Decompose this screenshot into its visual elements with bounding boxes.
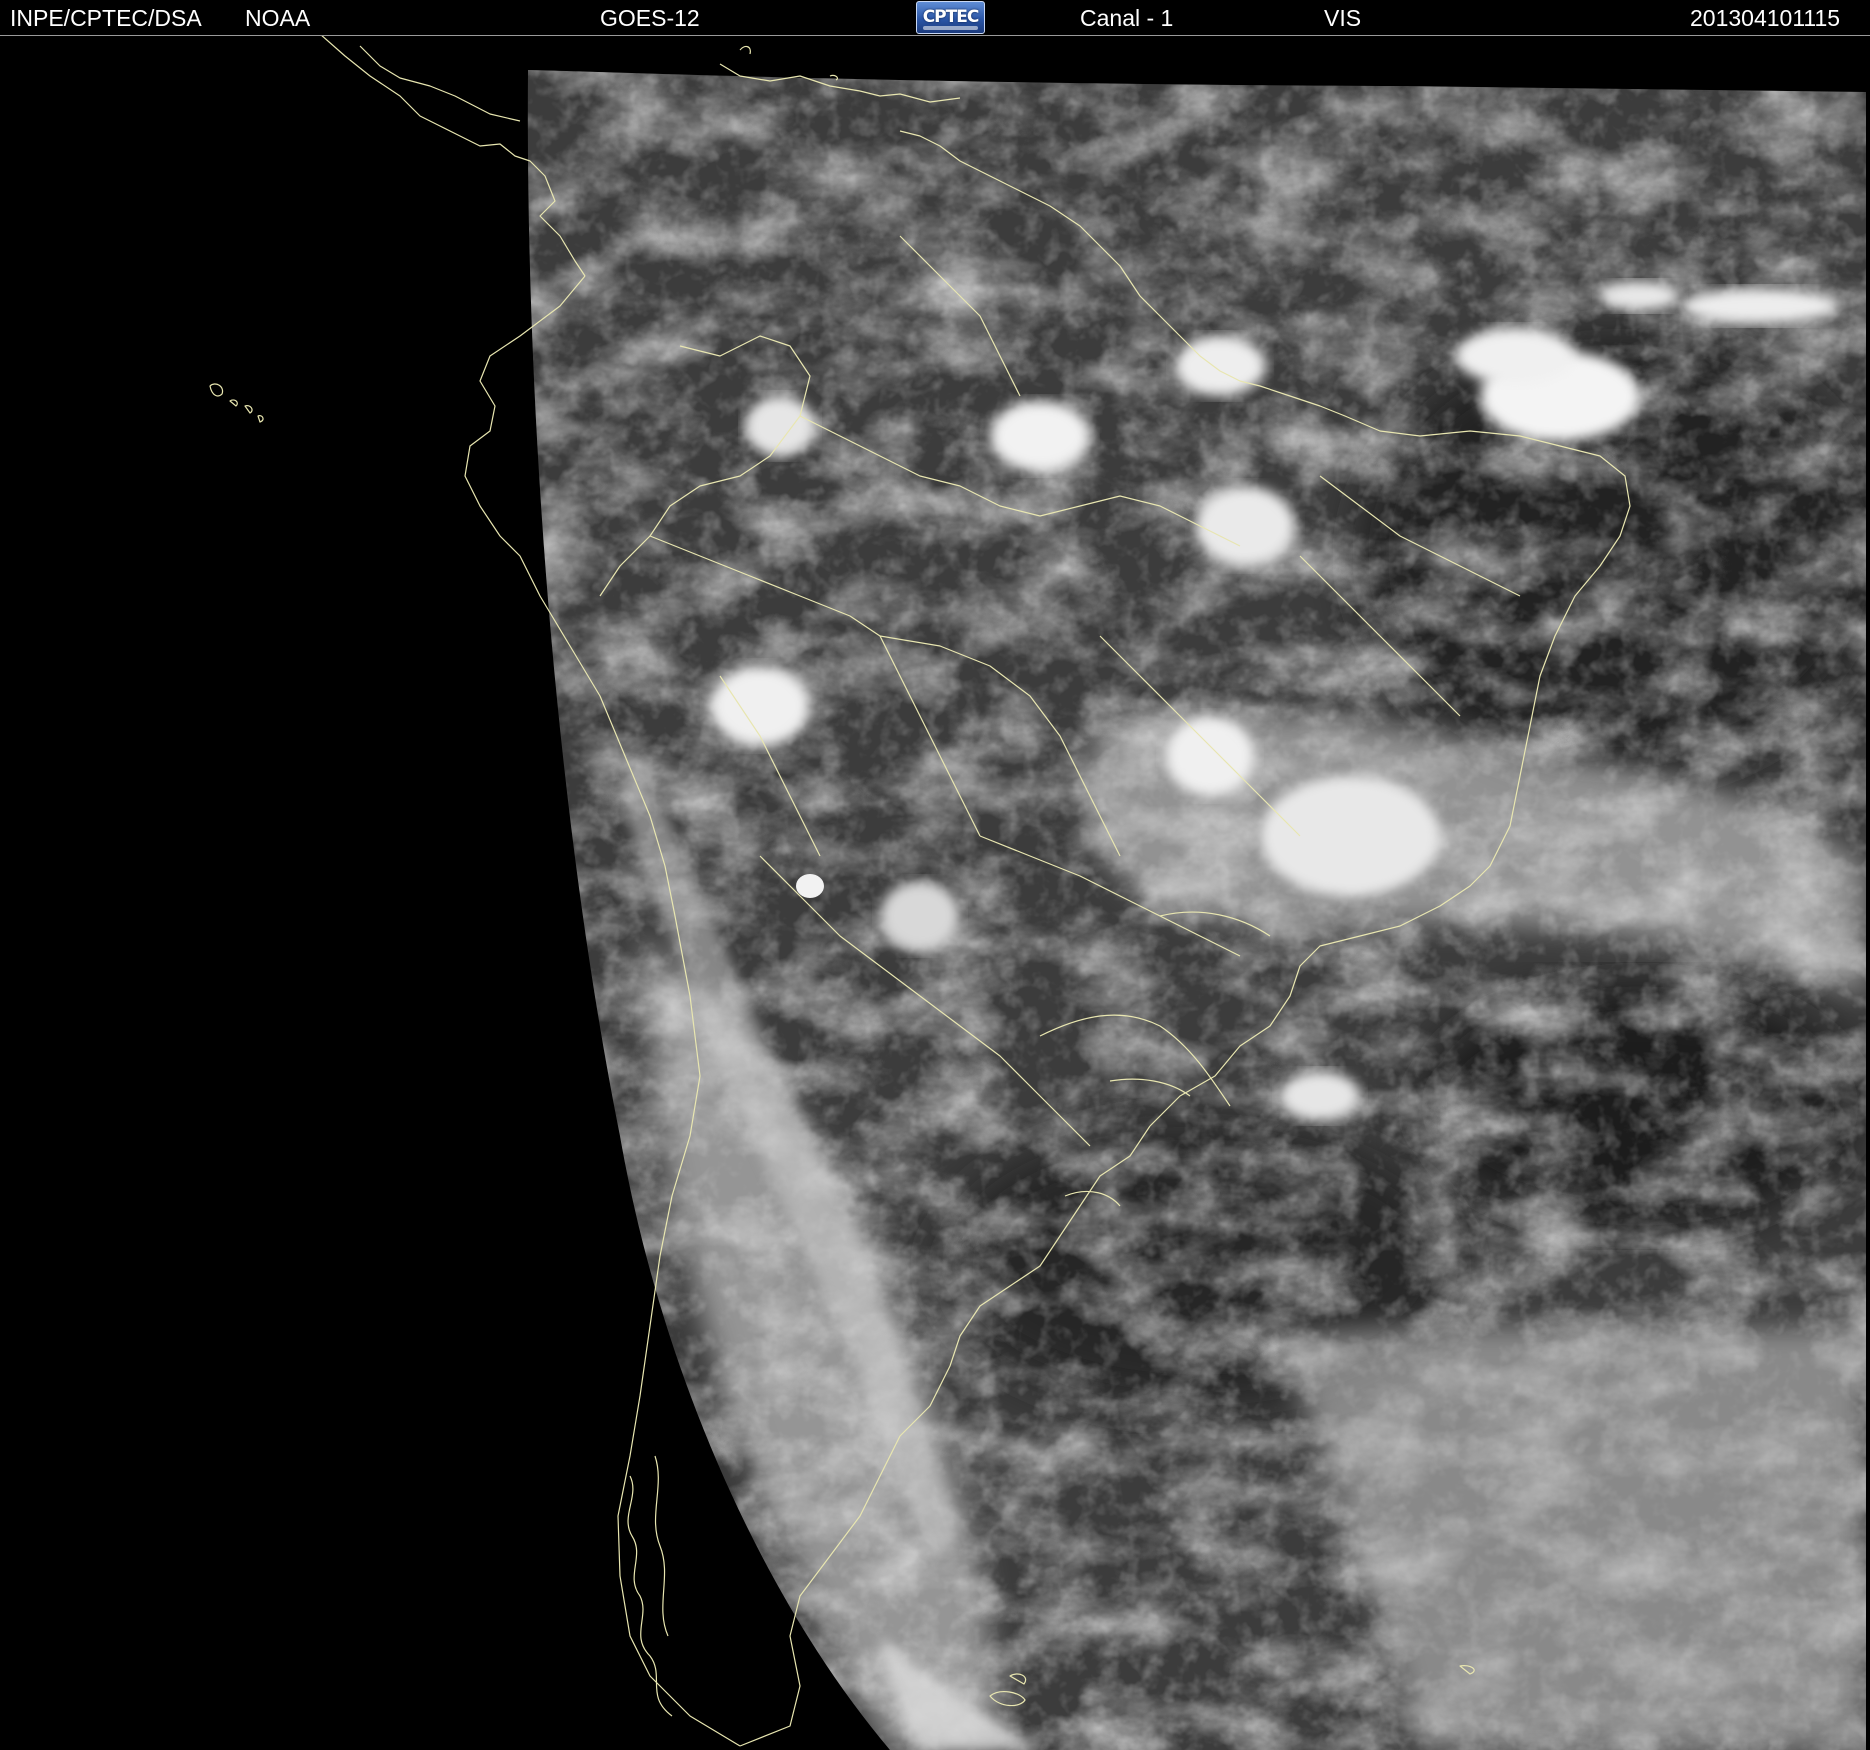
channel-label: Canal - 1 — [1080, 5, 1174, 31]
satellite-image — [209, 36, 1866, 1750]
timestamp-label: 201304101115 — [1690, 5, 1841, 31]
cptec-logo-text: CPTEC — [922, 7, 980, 27]
band-label: VIS — [1324, 5, 1362, 31]
cptec-logo-swoosh — [923, 26, 978, 30]
agency-label: NOAA — [245, 5, 311, 31]
institution-label: INPE/CPTEC/DSA — [10, 5, 202, 31]
satellite-label: GOES-12 — [600, 5, 700, 31]
earth-disk — [527, 70, 1866, 1750]
cptec-logo: CPTEC — [916, 1, 985, 34]
header-bar: INPE/CPTEC/DSA NOAA GOES-12 CPTEC Canal … — [0, 0, 1870, 36]
